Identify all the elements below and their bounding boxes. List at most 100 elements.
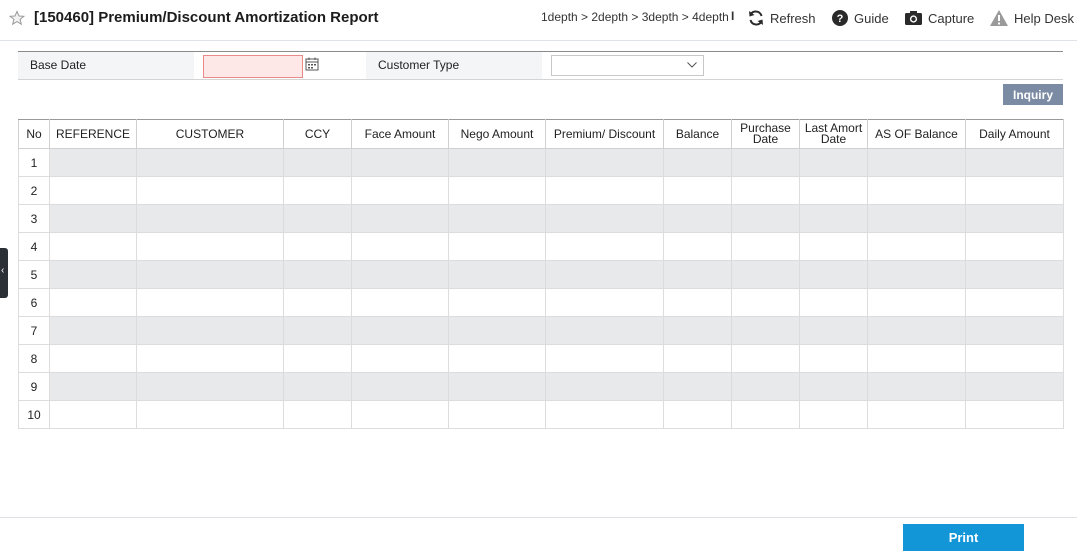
table-cell[interactable] [136, 344, 284, 373]
table-cell[interactable] [448, 400, 546, 429]
column-header[interactable]: Balance [663, 119, 732, 149]
table-cell[interactable] [49, 148, 137, 177]
table-cell[interactable] [799, 288, 868, 317]
table-cell[interactable] [351, 316, 449, 345]
table-cell[interactable] [283, 232, 352, 261]
table-cell[interactable] [867, 176, 966, 205]
table-cell[interactable] [799, 344, 868, 373]
side-panel-toggle[interactable]: ‹ [0, 248, 8, 298]
table-row[interactable]: 1 [18, 148, 1064, 177]
table-row[interactable]: 2 [18, 176, 1064, 205]
table-cell[interactable] [545, 260, 664, 289]
table-cell[interactable] [799, 148, 868, 177]
table-cell[interactable] [965, 148, 1064, 177]
column-header[interactable]: CCY [283, 119, 352, 149]
table-cell[interactable] [663, 260, 732, 289]
table-cell[interactable] [448, 316, 546, 345]
table-cell[interactable] [351, 344, 449, 373]
table-cell[interactable] [49, 176, 137, 205]
table-cell[interactable] [965, 344, 1064, 373]
table-cell[interactable] [731, 344, 800, 373]
table-cell[interactable] [545, 316, 664, 345]
table-cell[interactable] [663, 288, 732, 317]
table-cell[interactable] [283, 204, 352, 233]
table-cell[interactable] [545, 232, 664, 261]
table-cell[interactable] [136, 148, 284, 177]
table-cell[interactable] [867, 400, 966, 429]
table-cell[interactable] [799, 232, 868, 261]
customer-type-select[interactable] [551, 55, 704, 76]
table-cell[interactable] [283, 176, 352, 205]
table-cell[interactable] [731, 372, 800, 401]
table-cell[interactable] [351, 288, 449, 317]
table-cell[interactable] [799, 176, 868, 205]
table-cell[interactable] [49, 288, 137, 317]
table-cell[interactable] [351, 204, 449, 233]
table-cell[interactable] [283, 288, 352, 317]
table-cell[interactable] [545, 400, 664, 429]
table-cell[interactable] [799, 316, 868, 345]
table-cell[interactable] [448, 260, 546, 289]
table-cell[interactable] [448, 176, 546, 205]
table-cell[interactable] [351, 176, 449, 205]
column-header[interactable]: REFERENCE [49, 119, 137, 149]
table-cell[interactable] [283, 316, 352, 345]
table-row[interactable]: 10 [18, 400, 1064, 429]
column-header[interactable]: No [18, 119, 50, 149]
table-cell[interactable] [965, 316, 1064, 345]
table-row[interactable]: 9 [18, 372, 1064, 401]
table-cell[interactable] [283, 372, 352, 401]
table-row[interactable]: 5 [18, 260, 1064, 289]
table-cell[interactable] [867, 204, 966, 233]
table-cell[interactable] [731, 204, 800, 233]
table-cell[interactable] [351, 372, 449, 401]
refresh-button[interactable]: Refresh [747, 8, 816, 28]
table-cell[interactable] [448, 288, 546, 317]
table-cell[interactable] [799, 372, 868, 401]
table-cell[interactable] [136, 204, 284, 233]
table-cell[interactable] [663, 204, 732, 233]
table-cell[interactable] [448, 344, 546, 373]
column-header[interactable]: Purchase Date [731, 119, 800, 149]
table-cell[interactable] [351, 400, 449, 429]
table-cell[interactable] [663, 400, 732, 429]
table-cell[interactable] [731, 316, 800, 345]
column-header[interactable]: Daily Amount [965, 119, 1064, 149]
table-cell[interactable] [799, 204, 868, 233]
table-cell[interactable] [351, 260, 449, 289]
table-row[interactable]: 6 [18, 288, 1064, 317]
table-cell[interactable] [448, 204, 546, 233]
table-cell[interactable] [49, 232, 137, 261]
table-cell[interactable] [136, 288, 284, 317]
column-header[interactable]: CUSTOMER [136, 119, 284, 149]
table-cell[interactable] [867, 148, 966, 177]
table-cell[interactable] [448, 232, 546, 261]
table-cell[interactable] [283, 344, 352, 373]
table-cell[interactable] [867, 316, 966, 345]
print-button[interactable]: Print [903, 524, 1024, 551]
table-cell[interactable] [136, 260, 284, 289]
column-header[interactable]: Nego Amount [448, 119, 546, 149]
table-row[interactable]: 7 [18, 316, 1064, 345]
table-cell[interactable] [545, 344, 664, 373]
column-header[interactable]: Last Amort Date [799, 119, 868, 149]
table-cell[interactable] [49, 204, 137, 233]
table-cell[interactable] [965, 260, 1064, 289]
table-cell[interactable] [49, 400, 137, 429]
capture-button[interactable]: Capture [904, 8, 974, 28]
calendar-icon[interactable] [305, 57, 319, 71]
table-row[interactable]: 8 [18, 344, 1064, 373]
table-cell[interactable] [731, 148, 800, 177]
guide-button[interactable]: ? Guide [831, 8, 889, 28]
table-cell[interactable] [283, 260, 352, 289]
table-cell[interactable] [965, 232, 1064, 261]
table-cell[interactable] [283, 400, 352, 429]
table-cell[interactable] [867, 288, 966, 317]
table-row[interactable]: 4 [18, 232, 1064, 261]
base-date-input[interactable] [203, 55, 303, 78]
table-cell[interactable] [663, 148, 732, 177]
table-cell[interactable] [351, 148, 449, 177]
table-cell[interactable] [965, 204, 1064, 233]
column-header[interactable]: Face Amount [351, 119, 449, 149]
table-cell[interactable] [136, 372, 284, 401]
